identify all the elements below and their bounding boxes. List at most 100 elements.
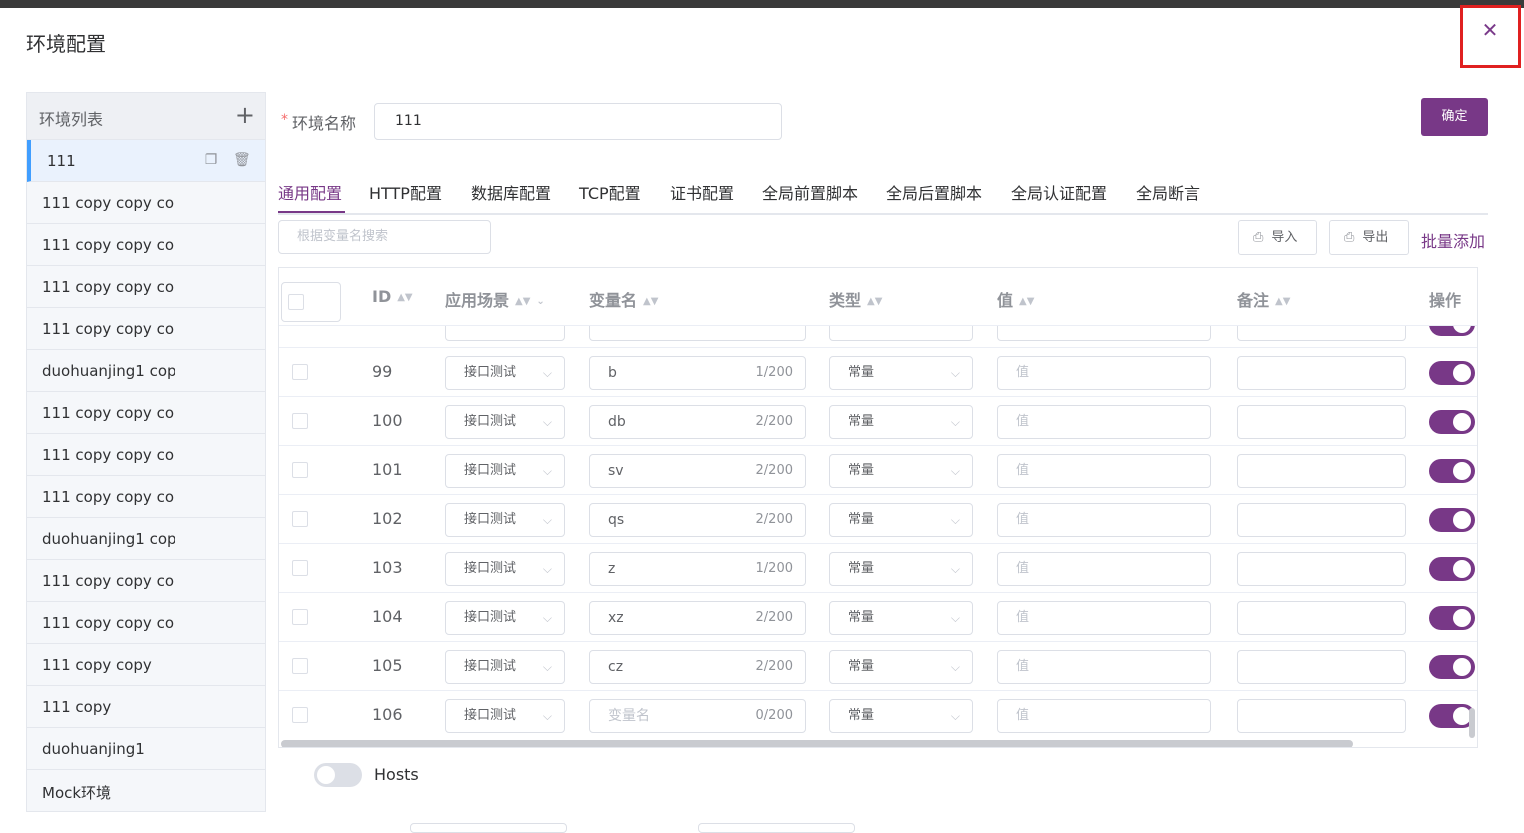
bottom-field[interactable] xyxy=(410,823,567,833)
export-button[interactable]: ⎙ 导出 xyxy=(1329,220,1409,255)
value-input[interactable]: 值 xyxy=(997,503,1211,537)
remark-input[interactable] xyxy=(1237,405,1406,439)
enable-toggle[interactable] xyxy=(1429,508,1475,532)
value-input[interactable]: 值 xyxy=(997,699,1211,733)
sidebar-item[interactable]: 111 copy copy cop xyxy=(27,392,265,434)
scene-select[interactable]: 接口测试 ⌵ xyxy=(445,650,565,684)
sidebar-item[interactable]: 111 copy copy xyxy=(27,644,265,686)
type-select[interactable]: 常量 ⌵ xyxy=(829,454,973,488)
variable-name-input[interactable]: 变量名 0/200 xyxy=(589,699,806,733)
col-id[interactable]: ID ▲▼ xyxy=(372,287,413,306)
remark-input[interactable] xyxy=(1237,454,1406,488)
row-checkbox[interactable] xyxy=(292,560,308,576)
scene-select[interactable]: 接口测试 ⌵ xyxy=(445,503,565,537)
value-input[interactable]: 值 xyxy=(997,356,1211,390)
sidebar-item[interactable]: duohuanjing1 cop xyxy=(27,518,265,560)
type-select[interactable]: 常量 ⌵ xyxy=(829,650,973,684)
row-checkbox[interactable] xyxy=(292,462,308,478)
sidebar-item[interactable]: 111 copy copy cop xyxy=(27,182,265,224)
sidebar-item[interactable]: 111 copy copy cop xyxy=(27,434,265,476)
row-checkbox[interactable] xyxy=(292,658,308,674)
value-input[interactable]: 值 xyxy=(997,454,1211,488)
sidebar-item[interactable]: 111 copy copy cop xyxy=(27,560,265,602)
tab[interactable]: HTTP配置 xyxy=(369,180,442,204)
tab[interactable]: 全局断言 xyxy=(1136,180,1200,204)
scene-select[interactable]: 接口测试 ⌵ xyxy=(445,552,565,586)
value-input[interactable]: 值 xyxy=(997,405,1211,439)
sidebar-item[interactable]: 111 copy xyxy=(27,686,265,728)
row-checkbox[interactable] xyxy=(292,707,308,723)
copy-icon[interactable]: ❐ xyxy=(203,152,219,168)
remark-input[interactable] xyxy=(1237,552,1406,586)
col-type[interactable]: 类型 ▲▼ xyxy=(829,287,882,311)
enable-toggle[interactable] xyxy=(1429,606,1475,630)
row-checkbox[interactable] xyxy=(292,413,308,429)
scene-select[interactable]: 接口测试 ⌵ xyxy=(445,699,565,733)
close-icon[interactable]: ✕ xyxy=(1480,20,1500,40)
col-remark[interactable]: 备注 ▲▼ xyxy=(1237,287,1290,311)
scene-select[interactable]: 接口测试 ⌵ xyxy=(445,601,565,635)
tab[interactable]: 通用配置 xyxy=(278,180,342,204)
import-button[interactable]: ⎙ 导入 xyxy=(1238,220,1317,255)
sidebar-item[interactable]: 111 copy copy cop xyxy=(27,224,265,266)
type-select[interactable]: 常量 ⌵ xyxy=(829,356,973,390)
enable-toggle[interactable] xyxy=(1429,655,1475,679)
batch-add-link[interactable]: 批量添加 xyxy=(1421,228,1485,252)
tab[interactable]: 全局前置脚本 xyxy=(762,180,858,204)
variable-name-input[interactable]: xz 2/200 xyxy=(589,601,806,635)
col-name[interactable]: 变量名 ▲▼ xyxy=(589,287,658,311)
variable-name-input[interactable]: b 1/200 xyxy=(589,356,806,390)
select-all-checkbox[interactable] xyxy=(288,294,304,310)
tab[interactable]: 证书配置 xyxy=(670,180,734,204)
plus-icon[interactable]: + xyxy=(235,101,255,129)
tab[interactable]: TCP配置 xyxy=(579,180,641,204)
sidebar-item[interactable]: 111 copy copy cop xyxy=(27,266,265,308)
type-select[interactable]: 常量 ⌵ xyxy=(829,601,973,635)
tab[interactable]: 全局后置脚本 xyxy=(886,180,982,204)
enable-toggle[interactable] xyxy=(1429,459,1475,483)
enable-toggle[interactable] xyxy=(1429,557,1475,581)
scene-select[interactable]: 接口测试 ⌵ xyxy=(445,405,565,439)
bottom-field[interactable] xyxy=(698,823,855,833)
remark-input[interactable] xyxy=(1237,601,1406,635)
remark-input[interactable] xyxy=(1237,650,1406,684)
vertical-scrollbar[interactable] xyxy=(1469,708,1475,738)
value-input[interactable]: 值 xyxy=(997,552,1211,586)
remark-input[interactable] xyxy=(1237,699,1406,733)
col-value[interactable]: 值 ▲▼ xyxy=(997,287,1034,311)
sidebar-item[interactable]: duohuanjing1 xyxy=(27,728,265,770)
tab[interactable]: 数据库配置 xyxy=(471,180,551,204)
variable-name-input[interactable]: db 2/200 xyxy=(589,405,806,439)
row-checkbox[interactable] xyxy=(292,511,308,527)
tab[interactable]: 全局认证配置 xyxy=(1011,180,1107,204)
type-select[interactable]: 常量 ⌵ xyxy=(829,552,973,586)
sidebar-item[interactable]: 111 copy copy cop xyxy=(27,602,265,644)
variable-name-input[interactable]: qs 2/200 xyxy=(589,503,806,537)
value-input[interactable]: 值 xyxy=(997,650,1211,684)
scene-select[interactable]: 接口测试 ⌵ xyxy=(445,356,565,390)
variable-search-input[interactable]: 根据变量名搜索 xyxy=(278,220,491,254)
enable-toggle[interactable] xyxy=(1429,361,1475,385)
sidebar-item[interactable]: 111 ❐ 🗑 xyxy=(27,140,265,182)
enable-toggle[interactable] xyxy=(1429,410,1475,434)
scene-select[interactable]: 接口测试 ⌵ xyxy=(445,454,565,488)
hosts-toggle[interactable] xyxy=(314,763,362,787)
type-select[interactable]: 常量 ⌵ xyxy=(829,405,973,439)
horizontal-scrollbar[interactable] xyxy=(281,740,1353,747)
row-checkbox[interactable] xyxy=(292,364,308,380)
variable-name-input[interactable]: z 1/200 xyxy=(589,552,806,586)
type-select[interactable]: 常量 ⌵ xyxy=(829,503,973,537)
delete-icon[interactable]: 🗑 xyxy=(233,152,251,168)
confirm-button[interactable]: 确定 xyxy=(1421,98,1488,136)
type-select[interactable]: 常量 ⌵ xyxy=(829,699,973,733)
variable-name-input[interactable]: cz 2/200 xyxy=(589,650,806,684)
remark-input[interactable] xyxy=(1237,356,1406,390)
row-checkbox[interactable] xyxy=(292,609,308,625)
variable-name-input[interactable]: sv 2/200 xyxy=(589,454,806,488)
remark-input[interactable] xyxy=(1237,503,1406,537)
sidebar-item[interactable]: duohuanjing1 cop xyxy=(27,350,265,392)
env-name-input[interactable]: 111 xyxy=(374,103,782,140)
sidebar-item[interactable]: 111 copy copy cop xyxy=(27,308,265,350)
col-scene[interactable]: 应用场景 ▲▼ ⌄ xyxy=(445,287,545,311)
sidebar-item[interactable]: 111 copy copy cop xyxy=(27,476,265,518)
